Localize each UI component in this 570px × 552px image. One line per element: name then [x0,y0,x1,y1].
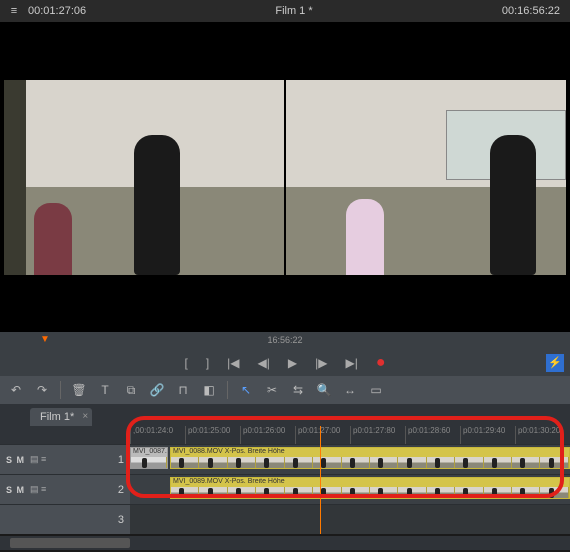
track-body-3[interactable] [130,505,570,534]
redo-button[interactable]: ↷ [34,383,50,397]
track-body-2[interactable]: MVI_0089.MOV X-Pos. Breite Höhe [130,475,570,504]
playhead-marker-icon[interactable]: ▼ [40,334,50,345]
ruler-tick: p0:01:28:60 [405,426,460,444]
ruler-tick: p0:01:30:20 [515,426,570,444]
razor-tool-button[interactable]: ✂ [264,383,280,397]
range-end-button[interactable]: ] [206,356,209,370]
step-forward-button[interactable]: |▶ [315,356,327,370]
title-bar: ≡ 00:01:27:06 Film 1 * 00:16:56:22 [0,0,570,22]
hamburger-menu-icon[interactable]: ≡ [6,5,22,17]
playhead-line[interactable] [320,426,321,534]
track-number: 3 [118,514,124,526]
track-header-1[interactable]: S M ▤ ≡ 1 [0,445,130,474]
track-header-2[interactable]: S M ▤ ≡ 2 [0,475,130,504]
clip-label: MVI_0088.MOV X-Pos. Breite Höhe [171,447,569,457]
transport-controls: [ ] |◀ ◀| ▶ |▶ ▶| ● ⚡ [0,350,570,376]
tab-close-icon[interactable]: × [82,411,88,422]
delete-button[interactable]: 🗑 [71,383,87,397]
solo-mute-label[interactable]: S M [6,485,25,495]
transport-scrub-strip[interactable]: ▼ 16:56:22 [0,332,570,350]
step-back-button[interactable]: ◀| [258,356,270,370]
object-tool-button[interactable]: ▭ [368,383,384,397]
duration-label: 16:56:22 [267,335,302,345]
project-title: Film 1 * [86,5,502,17]
next-marker-button[interactable]: ▶| [345,356,357,370]
prev-marker-button[interactable]: |◀ [227,356,239,370]
solo-mute-label[interactable]: S M [6,455,25,465]
ruler-tick: p0:01:29:40 [460,426,515,444]
clip-mvi0089[interactable]: MVI_0089.MOV X-Pos. Breite Höhe [170,477,570,499]
cursor-tool-button[interactable]: ↖ [238,383,254,397]
preview-monitor [0,22,570,332]
track-row-2: S M ▤ ≡ 2 MVI_0089.MOV X-Pos. Breite Höh… [0,474,570,504]
group-button[interactable]: ⧉ [123,383,139,398]
scrollbar-thumb[interactable] [10,538,130,548]
track-number: 2 [118,484,124,496]
timecode-left: 00:01:27:06 [28,5,86,17]
link-button[interactable]: 🔗 [149,383,165,397]
ruler-tick: p0:01:26:00 [240,426,295,444]
ruler-tick: p0:01:27:00 [295,426,350,444]
sequence-tabs: Film 1* × [0,404,570,426]
track-row-1: S M ▤ ≡ 1 MVI_0087.MO MVI_0088.MOV X-Pos… [0,444,570,474]
ruler-tick: p0:01:25:00 [185,426,240,444]
track-body-1[interactable]: MVI_0087.MO MVI_0088.MOV X-Pos. Breite H… [130,445,570,474]
time-ruler[interactable]: ,00:01:24:0 p0:01:25:00 p0:01:26:00 p0:0… [0,426,570,444]
track-options-icon[interactable]: ▤ ≡ [30,454,46,465]
timeline: ,00:01:24:0 p0:01:25:00 p0:01:26:00 p0:0… [0,426,570,534]
record-button[interactable]: ● [376,354,386,372]
tab-film1[interactable]: Film 1* × [30,408,92,426]
ruler-tick: p0:01:27:80 [350,426,405,444]
track-row-3: 3 [0,504,570,534]
clip-mvi0088[interactable]: MVI_0088.MOV X-Pos. Breite Höhe [170,447,570,469]
marker-button[interactable]: ◧ [201,383,217,397]
tab-label: Film 1* [40,411,74,423]
magnet-button[interactable]: ⊓ [175,383,191,397]
play-button[interactable]: ▶ [288,356,297,370]
clip-label: MVI_0089.MOV X-Pos. Breite Höhe [171,477,569,487]
track-options-icon[interactable]: ▤ ≡ [30,484,46,495]
range-start-button[interactable]: [ [184,356,187,370]
clip-label: MVI_0087.MO [131,447,167,457]
edit-toolbar: ↶ ↷ 🗑 T ⧉ 🔗 ⊓ ◧ ↖ ✂ ⇆ 🔍 ↔ ▭ [0,376,570,404]
zoom-tool-button[interactable]: 🔍 [316,383,332,397]
flash-button[interactable]: ⚡ [546,354,564,372]
ruler-tick: ,00:01:24:0 [130,426,185,444]
timecode-right: 00:16:56:22 [502,5,560,17]
clip-mvi0087[interactable]: MVI_0087.MO [130,447,168,469]
title-button[interactable]: T [97,383,113,397]
horizontal-scrollbar[interactable] [0,536,570,550]
preview-pane-right[interactable] [286,80,566,275]
slip-tool-button[interactable]: ⇆ [290,383,306,397]
stretch-tool-button[interactable]: ↔ [342,383,358,397]
preview-pane-left[interactable] [4,80,284,275]
track-number: 1 [118,454,124,466]
track-header-3[interactable]: 3 [0,505,130,534]
undo-button[interactable]: ↶ [8,383,24,397]
